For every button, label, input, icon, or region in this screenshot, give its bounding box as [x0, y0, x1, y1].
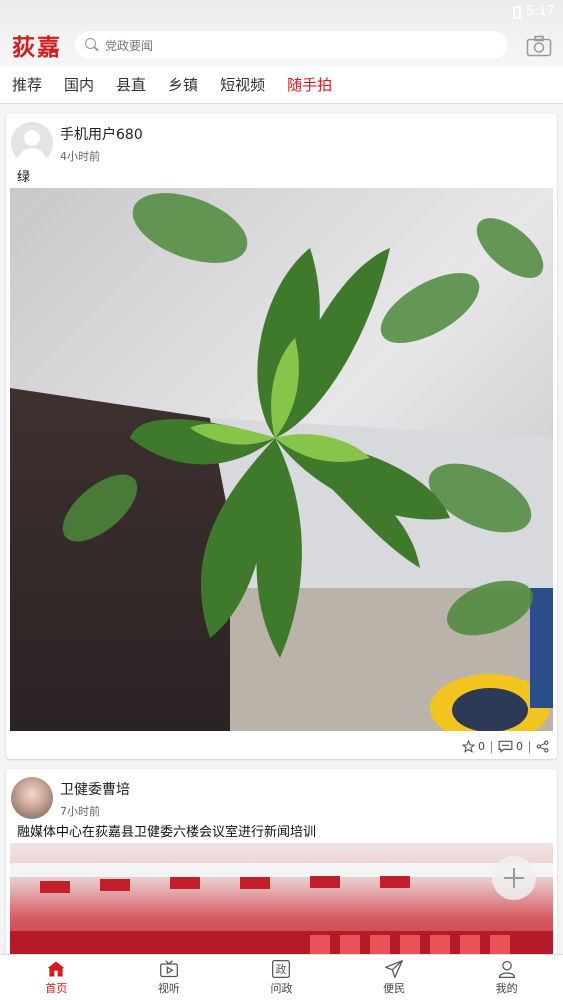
post-time: 4小时前 [60, 150, 100, 163]
app-screen: 5:17 荻嘉 党政要闻 推荐 国内 县直 乡镇 短视频 随手拍 手机用户680… [0, 0, 563, 1000]
post-actions: 0 0 [462, 740, 549, 753]
nav-profile[interactable]: 我的 [450, 955, 563, 1000]
tab-snapshot[interactable]: 随手拍 [287, 74, 332, 95]
post-photo[interactable] [10, 843, 553, 969]
share-button[interactable] [536, 740, 549, 753]
nav-media[interactable]: 视听 [113, 955, 226, 1000]
post-card[interactable]: 卫健委曹培 7小时前 融媒体中心在荻嘉县卫健委六楼会议室进行新闻培训 [6, 769, 557, 969]
post-author[interactable]: 卫健委曹培 [60, 779, 130, 799]
top-header: 5:17 荻嘉 党政要闻 [0, 0, 563, 66]
comment-button[interactable]: 0 [498, 740, 523, 753]
nav-services-label: 便民 [383, 982, 406, 995]
plus-icon [504, 868, 524, 888]
post-card[interactable]: 手机用户680 4小时前 绿 0 0 [6, 114, 557, 759]
bottom-nav: 首页 视听 政 问政 便民 我的 [0, 954, 563, 1000]
status-time: 5:17 [525, 4, 555, 19]
star-icon [462, 740, 475, 753]
svg-text:政: 政 [276, 962, 287, 976]
comment-count: 0 [516, 740, 523, 753]
tab-county[interactable]: 县直 [116, 74, 146, 95]
post-text: 绿 [17, 170, 31, 185]
camera-button[interactable] [526, 35, 552, 57]
send-icon [385, 960, 404, 978]
search-bar[interactable]: 党政要闻 [75, 31, 507, 59]
nav-home[interactable]: 首页 [0, 955, 113, 1000]
post-time: 7小时前 [60, 805, 100, 818]
tab-township[interactable]: 乡镇 [168, 74, 198, 95]
tab-recommend[interactable]: 推荐 [12, 74, 42, 95]
avatar[interactable] [11, 777, 53, 819]
battery-icon [513, 6, 521, 19]
comment-icon [498, 740, 513, 753]
home-icon [47, 961, 65, 977]
tv-icon [159, 960, 178, 978]
category-tabs: 推荐 国内 县直 乡镇 短视频 随手拍 [0, 66, 563, 104]
nav-services[interactable]: 便民 [338, 955, 451, 1000]
camera-icon [526, 35, 552, 57]
like-count: 0 [478, 740, 485, 753]
add-post-button[interactable] [492, 856, 536, 900]
app-logo: 荻嘉 [12, 34, 62, 61]
nav-politics[interactable]: 政 问政 [225, 955, 338, 1000]
politics-icon: 政 [272, 960, 291, 978]
nav-profile-label: 我的 [495, 982, 518, 995]
search-icon [85, 38, 99, 52]
avatar[interactable] [11, 122, 53, 164]
post-text: 融媒体中心在荻嘉县卫健委六楼会议室进行新闻培训 [17, 825, 317, 840]
nav-home-label: 首页 [45, 982, 68, 995]
plant-photo [10, 188, 553, 731]
share-icon [536, 740, 549, 753]
nav-politics-label: 问政 [270, 982, 293, 995]
like-button[interactable]: 0 [462, 740, 485, 753]
user-icon [498, 960, 515, 978]
meeting-room-photo [10, 863, 553, 969]
post-photo[interactable] [10, 188, 553, 731]
tab-domestic[interactable]: 国内 [64, 74, 94, 95]
search-placeholder: 党政要闻 [105, 38, 154, 53]
tab-short-video[interactable]: 短视频 [220, 74, 265, 95]
nav-media-label: 视听 [157, 982, 180, 995]
post-author[interactable]: 手机用户680 [60, 124, 143, 144]
